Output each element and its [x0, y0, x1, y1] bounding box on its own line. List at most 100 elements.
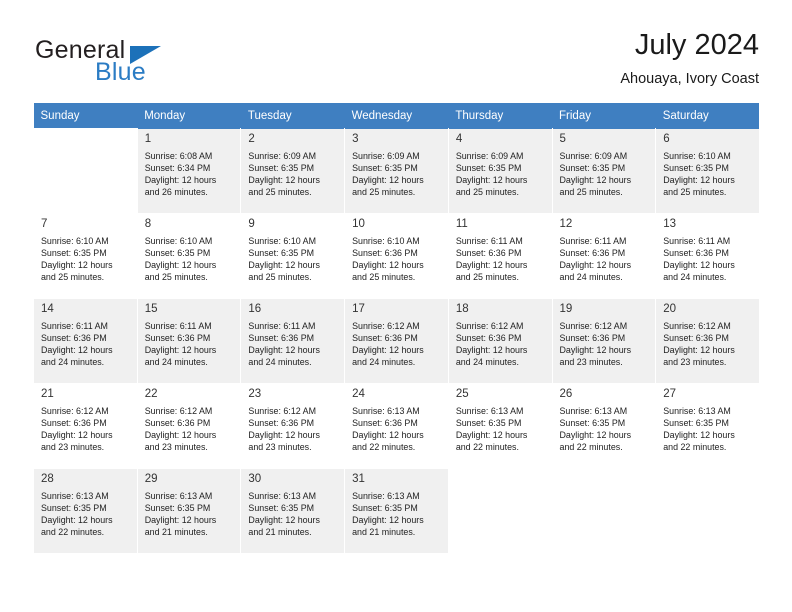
day-number: 12	[559, 218, 573, 230]
day-sunrise-text: Sunrise: 6:12 AM	[559, 321, 628, 331]
weekday-header-monday: Monday	[137, 103, 241, 129]
calendar-day-cell[interactable]: 4 Sunrise: 6:09 AM Sunset: 6:35 PM Daylight…	[447, 128, 553, 214]
day-number: 29	[144, 473, 158, 485]
calendar-day-cell[interactable]: 25 Sunrise: 6:13 AM Sunset: 6:35 PM Dayligh…	[447, 383, 553, 469]
day-daylight-1-text: Daylight: 12 hours	[352, 430, 424, 441]
day-daylight-1-text: Daylight: 12 hours	[248, 345, 320, 356]
day-cell-content: 1 Sunrise: 6:08 AM Sunset: 6:34 PM Daylight…	[137, 129, 241, 213]
day-daylight-1-text: Daylight: 12 hours	[352, 175, 424, 186]
day-sunset-text: Sunset: 6:35 PM	[144, 248, 211, 259]
calendar-day-cell[interactable]: 17 Sunrise: 6:12 AM Sunset: 6:36 PM Dayligh…	[344, 298, 449, 384]
calendar-day-cell[interactable]: 23 Sunrise: 6:12 AM Sunset: 6:36 PM Dayligh…	[240, 383, 346, 469]
day-cell-content: 4 Sunrise: 6:09 AM Sunset: 6:35 PM Daylight…	[448, 129, 552, 213]
day-cell-content: 11 Sunrise: 6:11 AM Sunset: 6:36 PM Dayligh…	[448, 214, 552, 298]
calendar-day-cell[interactable]: 22 Sunrise: 6:12 AM Sunset: 6:36 PM Dayligh…	[136, 383, 242, 469]
calendar-day-cell[interactable]: 31 Sunrise: 6:13 AM Sunset: 6:35 PM Dayligh…	[344, 468, 449, 554]
calendar-day-cell[interactable]: 20 Sunrise: 6:12 AM Sunset: 6:36 PM Dayligh…	[655, 298, 760, 384]
day-sunrise-text: Sunrise: 6:11 AM	[455, 236, 523, 246]
calendar-day-cell[interactable]: 19 Sunrise: 6:12 AM Sunset: 6:36 PM Dayligh…	[551, 298, 657, 384]
day-daylight-2-text: and 25 minutes.	[455, 187, 519, 198]
calendar-day-cell[interactable]: 8 Sunrise: 6:10 AM Sunset: 6:35 PM Daylight…	[136, 213, 242, 299]
weekday-header-thursday: Thursday	[448, 103, 553, 129]
day-daylight-2-text: and 24 minutes.	[663, 272, 727, 283]
day-cell-content: 12 Sunrise: 6:11 AM Sunset: 6:36 PM Dayligh…	[552, 214, 656, 298]
day-daylight-1-text: Daylight: 12 hours	[144, 430, 217, 441]
calendar-day-cell[interactable]: 15 Sunrise: 6:11 AM Sunset: 6:36 PM Dayligh…	[136, 298, 242, 384]
day-number: 20	[663, 303, 677, 315]
day-sunset-text: Sunset: 6:34 PM	[144, 163, 211, 174]
calendar-day-cell[interactable]: 1 Sunrise: 6:08 AM Sunset: 6:34 PM Daylight…	[136, 128, 242, 214]
calendar-day-cell[interactable]: 21 Sunrise: 6:12 AM Sunset: 6:36 PM Dayligh…	[33, 383, 138, 469]
day-cell-content: 18 Sunrise: 6:12 AM Sunset: 6:36 PM Dayligh…	[448, 299, 552, 383]
day-daylight-2-text: and 21 minutes.	[352, 527, 416, 538]
day-cell-content: 10 Sunrise: 6:10 AM Sunset: 6:36 PM Dayligh…	[345, 214, 448, 298]
calendar-day-cell[interactable]: 28 Sunrise: 6:13 AM Sunset: 6:35 PM Dayligh…	[33, 468, 138, 554]
day-daylight-1-text: Daylight: 12 hours	[663, 430, 735, 441]
calendar-week-row: 21 Sunrise: 6:12 AM Sunset: 6:36 PM Dayligh…	[33, 383, 760, 469]
day-number: 15	[144, 303, 158, 315]
calendar-day-cell[interactable]: 12 Sunrise: 6:11 AM Sunset: 6:36 PM Dayligh…	[551, 213, 657, 299]
calendar-day-cell[interactable]: 27 Sunrise: 6:13 AM Sunset: 6:35 PM Dayligh…	[655, 383, 760, 469]
day-sunrise-text: Sunrise: 6:09 AM	[248, 151, 316, 161]
day-sunrise-text: Sunrise: 6:12 AM	[663, 321, 731, 331]
day-daylight-1-text: Daylight: 12 hours	[352, 515, 424, 526]
day-daylight-1-text: Daylight: 12 hours	[41, 515, 113, 526]
day-sunset-text: Sunset: 6:35 PM	[41, 503, 107, 514]
day-daylight-1-text: Daylight: 12 hours	[144, 260, 217, 271]
weekday-header-friday: Friday	[552, 103, 656, 129]
day-cell-content	[34, 129, 137, 213]
general-blue-logo[interactable]: General Blue	[33, 36, 263, 92]
calendar-day-cell[interactable]: 16 Sunrise: 6:11 AM Sunset: 6:36 PM Dayligh…	[240, 298, 346, 384]
calendar-day-cell[interactable]: 3 Sunrise: 6:09 AM Sunset: 6:35 PM Daylight…	[344, 128, 449, 214]
day-number: 18	[455, 303, 469, 315]
calendar-day-cell[interactable]: 24 Sunrise: 6:13 AM Sunset: 6:36 PM Dayligh…	[344, 383, 449, 469]
day-number: 11	[455, 218, 468, 230]
calendar-day-cell[interactable]: 5 Sunrise: 6:09 AM Sunset: 6:35 PM Daylight…	[551, 128, 657, 214]
weekday-header-saturday: Saturday	[655, 103, 760, 129]
calendar-week-row: 14 Sunrise: 6:11 AM Sunset: 6:36 PM Dayligh…	[33, 298, 760, 384]
day-sunrise-text: Sunrise: 6:11 AM	[41, 321, 108, 331]
day-number: 13	[663, 218, 677, 230]
calendar-day-cell[interactable]: 9 Sunrise: 6:10 AM Sunset: 6:35 PM Daylight…	[240, 213, 346, 299]
day-daylight-2-text: and 23 minutes.	[663, 357, 727, 368]
calendar-day-cell[interactable]: 6 Sunrise: 6:10 AM Sunset: 6:35 PM Daylight…	[655, 128, 760, 214]
day-cell-content: 3 Sunrise: 6:09 AM Sunset: 6:35 PM Daylight…	[345, 129, 448, 213]
day-cell-content: 20 Sunrise: 6:12 AM Sunset: 6:36 PM Dayligh…	[656, 299, 759, 383]
day-number: 25	[455, 388, 469, 400]
day-cell-content: 30 Sunrise: 6:13 AM Sunset: 6:35 PM Dayligh…	[241, 469, 345, 553]
day-cell-content: 6 Sunrise: 6:10 AM Sunset: 6:35 PM Daylight…	[656, 129, 759, 213]
calendar-day-cell[interactable]: 14 Sunrise: 6:11 AM Sunset: 6:36 PM Dayligh…	[33, 298, 138, 384]
day-daylight-2-text: and 26 minutes.	[144, 187, 208, 198]
calendar-day-cell[interactable]: 29 Sunrise: 6:13 AM Sunset: 6:35 PM Dayligh…	[136, 468, 242, 554]
day-daylight-2-text: and 25 minutes.	[559, 187, 623, 198]
day-sunset-text: Sunset: 6:36 PM	[41, 418, 107, 429]
page-title: July 2024	[634, 29, 759, 61]
day-daylight-2-text: and 24 minutes.	[248, 357, 312, 368]
calendar-day-cell[interactable]: 30 Sunrise: 6:13 AM Sunset: 6:35 PM Dayligh…	[240, 468, 346, 554]
weekday-header-tuesday: Tuesday	[240, 103, 345, 129]
day-cell-content: 9 Sunrise: 6:10 AM Sunset: 6:35 PM Daylight…	[241, 214, 345, 298]
day-sunrise-text: Sunrise: 6:09 AM	[559, 151, 628, 161]
day-cell-content: 29 Sunrise: 6:13 AM Sunset: 6:35 PM Dayligh…	[137, 469, 241, 553]
day-sunset-text: Sunset: 6:35 PM	[559, 418, 626, 429]
calendar-day-cell[interactable]: 26 Sunrise: 6:13 AM Sunset: 6:35 PM Dayligh…	[551, 383, 657, 469]
day-number: 9	[248, 218, 255, 230]
calendar-day-cell[interactable]: 2 Sunrise: 6:09 AM Sunset: 6:35 PM Daylight…	[240, 128, 346, 214]
calendar-day-cell[interactable]: 10 Sunrise: 6:10 AM Sunset: 6:36 PM Dayligh…	[344, 213, 449, 299]
day-sunrise-text: Sunrise: 6:08 AM	[144, 151, 213, 161]
calendar-day-cell[interactable]: 11 Sunrise: 6:11 AM Sunset: 6:36 PM Dayligh…	[447, 213, 553, 299]
day-daylight-1-text: Daylight: 12 hours	[455, 430, 528, 441]
calendar-day-cell[interactable]: 18 Sunrise: 6:12 AM Sunset: 6:36 PM Dayligh…	[447, 298, 553, 384]
day-daylight-2-text: and 21 minutes.	[248, 527, 312, 538]
day-sunset-text: Sunset: 6:36 PM	[248, 418, 315, 429]
day-cell-content: 17 Sunrise: 6:12 AM Sunset: 6:36 PM Dayligh…	[345, 299, 448, 383]
calendar-day-cell[interactable]: 13 Sunrise: 6:11 AM Sunset: 6:36 PM Dayligh…	[655, 213, 760, 299]
day-daylight-1-text: Daylight: 12 hours	[144, 515, 217, 526]
day-sunrise-text: Sunrise: 6:09 AM	[352, 151, 420, 161]
calendar-day-cell[interactable]: 7 Sunrise: 6:10 AM Sunset: 6:35 PM Daylight…	[33, 213, 138, 299]
day-number: 22	[144, 388, 158, 400]
day-daylight-2-text: and 22 minutes.	[41, 527, 105, 538]
day-number: 19	[559, 303, 573, 315]
day-sunrise-text: Sunrise: 6:12 AM	[352, 321, 420, 331]
day-daylight-1-text: Daylight: 12 hours	[663, 345, 735, 356]
